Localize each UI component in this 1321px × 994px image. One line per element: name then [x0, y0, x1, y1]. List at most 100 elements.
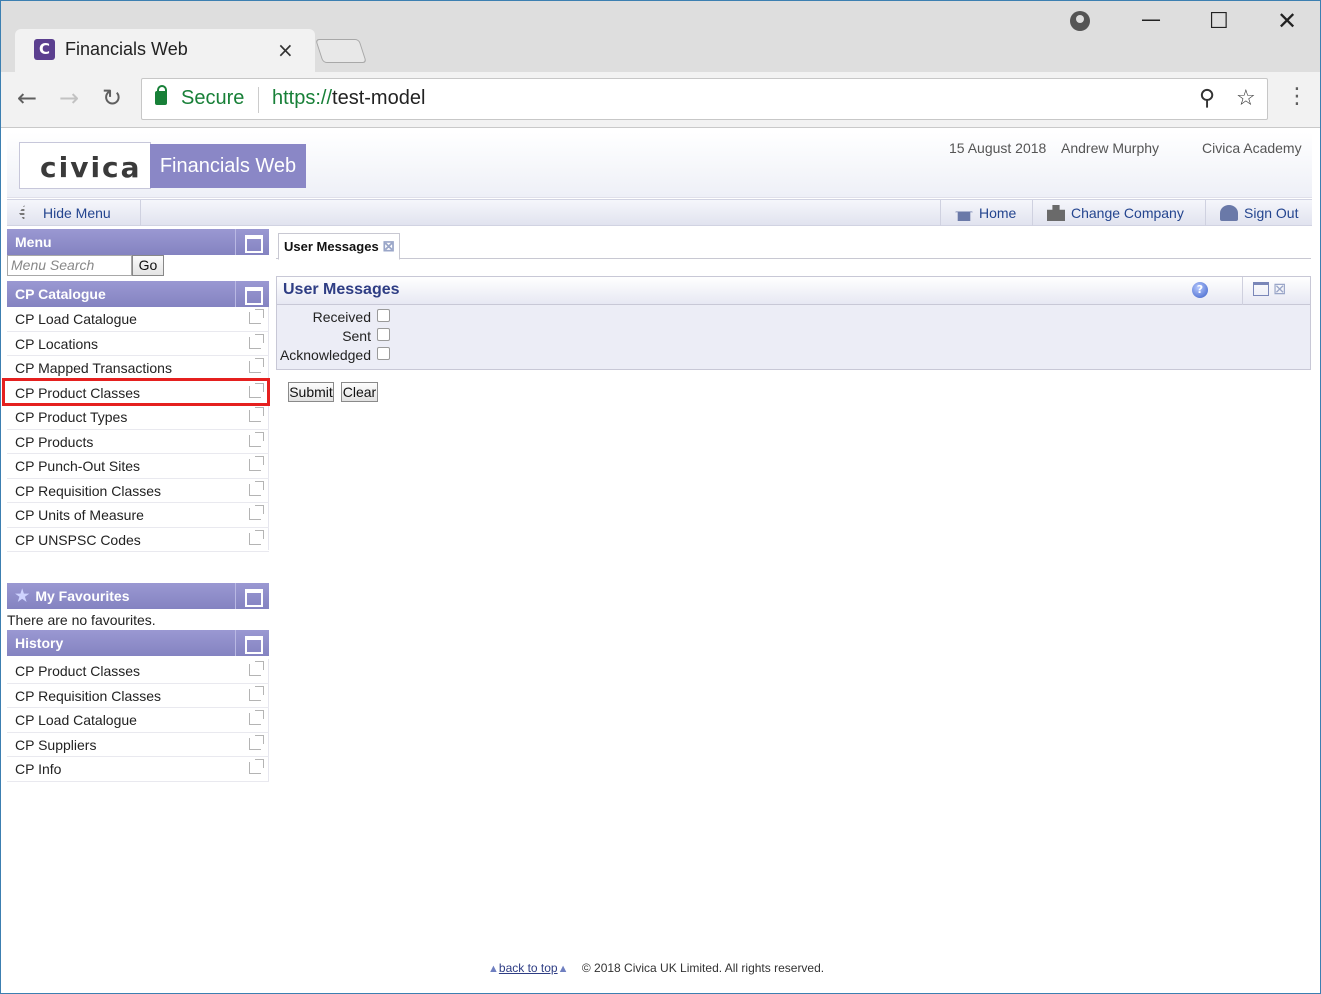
list-item[interactable]: CP Load Catalogue [7, 307, 269, 332]
list-item[interactable]: CP Info [7, 757, 269, 782]
catalogue-panel-title: CP Catalogue [15, 286, 106, 302]
close-window-icon[interactable]: ✕ [1277, 7, 1297, 35]
acknowledged-label: Acknowledged [279, 347, 371, 363]
history-panel-title: History [15, 635, 64, 651]
list-item[interactable]: CP Suppliers [7, 733, 269, 757]
minimize-icon[interactable]: — [1141, 7, 1161, 31]
hide-menu-button[interactable]: Hide Menu [7, 200, 140, 226]
up-arrow-icon: ▲ [557, 963, 569, 975]
civica-logo: civica [19, 142, 151, 189]
section-title: User Messages [283, 281, 400, 298]
bookmark-star-icon[interactable]: ☆ [1236, 86, 1256, 111]
help-icon[interactable]: ? [1192, 282, 1208, 298]
list-item[interactable]: CP Punch-Out Sites [7, 454, 269, 479]
launch-icon[interactable] [249, 759, 264, 774]
list-item[interactable]: CP Product Types [7, 405, 269, 430]
home-label: Home [979, 205, 1017, 221]
content-tab-bar: User Messages ⊠ [276, 231, 1311, 260]
clear-button[interactable]: Clear [341, 382, 378, 402]
window-icon[interactable] [1253, 282, 1269, 296]
hide-menu-icon [19, 205, 25, 221]
tab-user-messages[interactable]: User Messages ⊠ [278, 233, 400, 260]
browser-menu-icon[interactable]: ⋮ [1286, 84, 1308, 109]
launch-icon[interactable] [249, 407, 264, 422]
list-item[interactable]: CP Products [7, 430, 269, 454]
logo-text: civica [40, 151, 142, 184]
civica-favicon-icon: C [34, 39, 55, 60]
launch-icon[interactable] [249, 710, 264, 725]
user-name: Andrew Murphy [1061, 140, 1160, 156]
list-item-label: CP Products [15, 433, 94, 450]
maximize-icon[interactable]: ☐ [1209, 9, 1229, 34]
zoom-icon[interactable]: ⚲ [1199, 86, 1215, 111]
window-icon[interactable] [235, 229, 269, 255]
browser-toolbar: ← → ↻ Secure https://test-model ⚲ ☆ ⋮ [1, 72, 1320, 128]
change-company-label: Change Company [1071, 205, 1184, 221]
launch-icon[interactable] [249, 333, 264, 349]
reload-icon[interactable]: ↻ [102, 84, 122, 112]
browser-window: C Financials Web × — ☐ ✕ ← → ↻ Secure ht… [0, 0, 1321, 994]
list-item-label: CP Requisition Classes [15, 482, 162, 499]
launch-icon[interactable] [249, 505, 264, 520]
new-tab-button[interactable] [315, 39, 367, 63]
list-item-label: CP Requisition Classes [15, 687, 162, 704]
sign-out-button[interactable]: Sign Out [1205, 200, 1312, 226]
launch-icon[interactable] [249, 734, 264, 750]
launch-icon[interactable] [249, 661, 264, 676]
acknowledged-checkbox[interactable] [377, 347, 390, 360]
section-header: User Messages ? ⊠ [277, 277, 1310, 305]
launch-icon[interactable] [249, 456, 264, 471]
list-item-label: CP Locations [15, 335, 99, 352]
go-button[interactable]: Go [132, 255, 164, 276]
list-item[interactable]: CP Requisition Classes [7, 479, 269, 503]
hide-menu-label: Hide Menu [43, 205, 111, 221]
secure-label: Secure [181, 87, 245, 109]
catalogue-list: CP Load Catalogue CP Locations CP Mapped… [7, 307, 269, 552]
sent-checkbox[interactable] [377, 328, 390, 341]
home-icon [955, 205, 973, 221]
list-item-label: CP Product Classes [15, 663, 141, 679]
close-tab-icon[interactable]: ⊠ [382, 234, 395, 259]
submit-button[interactable]: Submit [288, 382, 334, 402]
tab-title: Financials Web [65, 39, 188, 59]
list-item[interactable]: CP Product Classes [7, 659, 269, 684]
tab-close-icon[interactable]: × [277, 38, 294, 62]
tab-user-messages-label: User Messages [284, 239, 379, 254]
list-item[interactable]: CP Load Catalogue [7, 708, 269, 733]
launch-icon[interactable] [249, 480, 264, 496]
launch-icon[interactable] [249, 309, 264, 324]
list-item[interactable]: CP UNSPSC Codes [7, 528, 269, 552]
menu-panel-title: Menu [15, 234, 52, 250]
list-item[interactable]: CP Requisition Classes [7, 684, 269, 708]
back-to-top-link[interactable]: back to top [499, 961, 558, 975]
launch-icon[interactable] [249, 685, 264, 701]
list-item[interactable]: CP Mapped Transactions [7, 356, 269, 381]
close-section-icon[interactable]: ⊠ [1273, 279, 1286, 298]
launch-icon[interactable] [249, 358, 264, 373]
folder-up-icon[interactable] [235, 281, 269, 307]
address-bar[interactable]: Secure https://test-model ⚲ ☆ [141, 78, 1268, 120]
received-label: Received [312, 309, 371, 325]
home-button[interactable]: Home [940, 200, 1032, 226]
list-item[interactable]: CP Units of Measure [7, 503, 269, 528]
list-item[interactable]: CP Locations [7, 332, 269, 356]
window-icon[interactable] [235, 583, 269, 609]
launch-icon[interactable] [249, 431, 264, 447]
section-tools: ⊠ [1242, 277, 1310, 305]
favourites-panel-title: My Favourites [35, 588, 130, 604]
sign-out-label: Sign Out [1244, 205, 1299, 221]
up-arrow-icon: ▲ [488, 963, 499, 975]
browser-tab[interactable]: C Financials Web × [15, 29, 315, 72]
back-arrow-icon[interactable]: ← [17, 84, 37, 112]
change-company-button[interactable]: Change Company [1032, 200, 1205, 226]
menu-search-input[interactable]: Menu Search [7, 255, 132, 276]
account-icon[interactable] [1070, 11, 1090, 31]
launch-icon[interactable] [249, 529, 264, 545]
window-icon[interactable] [235, 630, 269, 656]
received-checkbox[interactable] [377, 309, 390, 322]
sign-out-icon [1220, 205, 1238, 221]
forward-arrow-icon[interactable]: → [59, 84, 79, 112]
list-item-label: CP Suppliers [15, 736, 97, 753]
url-scheme: https:// [272, 87, 333, 109]
highlight-box [2, 378, 270, 406]
